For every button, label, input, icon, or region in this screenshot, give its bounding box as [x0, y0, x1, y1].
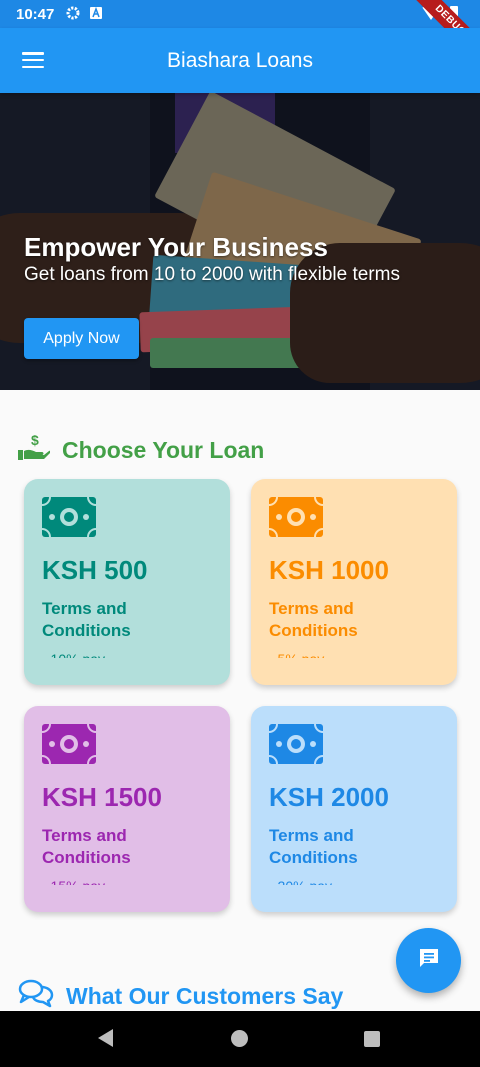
- recents-icon[interactable]: [364, 1031, 380, 1047]
- loan-card[interactable]: KSH 1000 Terms and Conditions - 5% pay: [251, 479, 457, 685]
- app-screen: 10:47 DEBUG Biashara Loans Empower Your …: [0, 0, 480, 1067]
- loan-terms-detail: - 15% pay: [42, 877, 212, 885]
- text-a-icon: [90, 6, 103, 22]
- loan-terms-label: Terms and Conditions: [42, 599, 131, 640]
- loan-card[interactable]: KSH 2000 Terms and Conditions - 20% pay: [251, 706, 457, 912]
- customers-say-title: What Our Customers Say: [66, 982, 344, 1009]
- loan-terms-label: Terms and Conditions: [269, 826, 358, 867]
- loan-terms-detail: - 10% pay: [42, 650, 212, 658]
- loan-terms-detail: - 20% pay: [269, 877, 439, 885]
- hero-title: Empower Your Business: [24, 232, 328, 262]
- settings-icon: [66, 6, 80, 23]
- choose-loan-heading: $ Choose Your Loan: [18, 432, 264, 468]
- cash-icon: [268, 723, 324, 765]
- hamburger-menu-icon[interactable]: [22, 52, 44, 68]
- app-bar: Biashara Loans: [0, 28, 480, 93]
- cash-icon: [268, 496, 324, 538]
- cash-icon: [41, 496, 97, 538]
- loan-card[interactable]: KSH 1500 Terms and Conditions - 15% pay: [24, 706, 230, 912]
- home-icon[interactable]: [231, 1030, 248, 1047]
- loan-terms-label: Terms and Conditions: [42, 826, 131, 867]
- hand-money-icon: $: [18, 432, 51, 468]
- apply-now-button[interactable]: Apply Now: [24, 318, 139, 359]
- loan-terms-label: Terms and Conditions: [269, 599, 358, 640]
- back-icon[interactable]: [98, 1029, 113, 1047]
- app-title: Biashara Loans: [167, 48, 313, 72]
- status-bar: 10:47 DEBUG: [0, 0, 480, 70]
- hero-banner: Empower Your Business Get loans from 10 …: [0, 93, 480, 390]
- system-nav-bar: [0, 1011, 480, 1067]
- loan-terms-detail: - 5% pay: [269, 650, 439, 658]
- customers-say-heading: What Our Customers Say: [18, 978, 343, 1014]
- loan-amount: KSH 2000: [269, 782, 389, 812]
- loan-amount: KSH 1500: [42, 782, 162, 812]
- message-icon: [417, 946, 441, 975]
- cash-icon: [41, 723, 97, 765]
- hero-subtitle: Get loans from 10 to 2000 with flexible …: [24, 264, 400, 285]
- status-time: 10:47: [16, 5, 55, 23]
- loan-amount: KSH 1000: [269, 555, 389, 585]
- loan-amount: KSH 500: [42, 555, 148, 585]
- svg-text:$: $: [31, 432, 39, 448]
- chat-bubbles-icon: [18, 978, 54, 1014]
- choose-loan-title: Choose Your Loan: [62, 436, 265, 463]
- chat-fab-button[interactable]: [396, 928, 461, 993]
- loan-card[interactable]: KSH 500 Terms and Conditions - 10% pay: [24, 479, 230, 685]
